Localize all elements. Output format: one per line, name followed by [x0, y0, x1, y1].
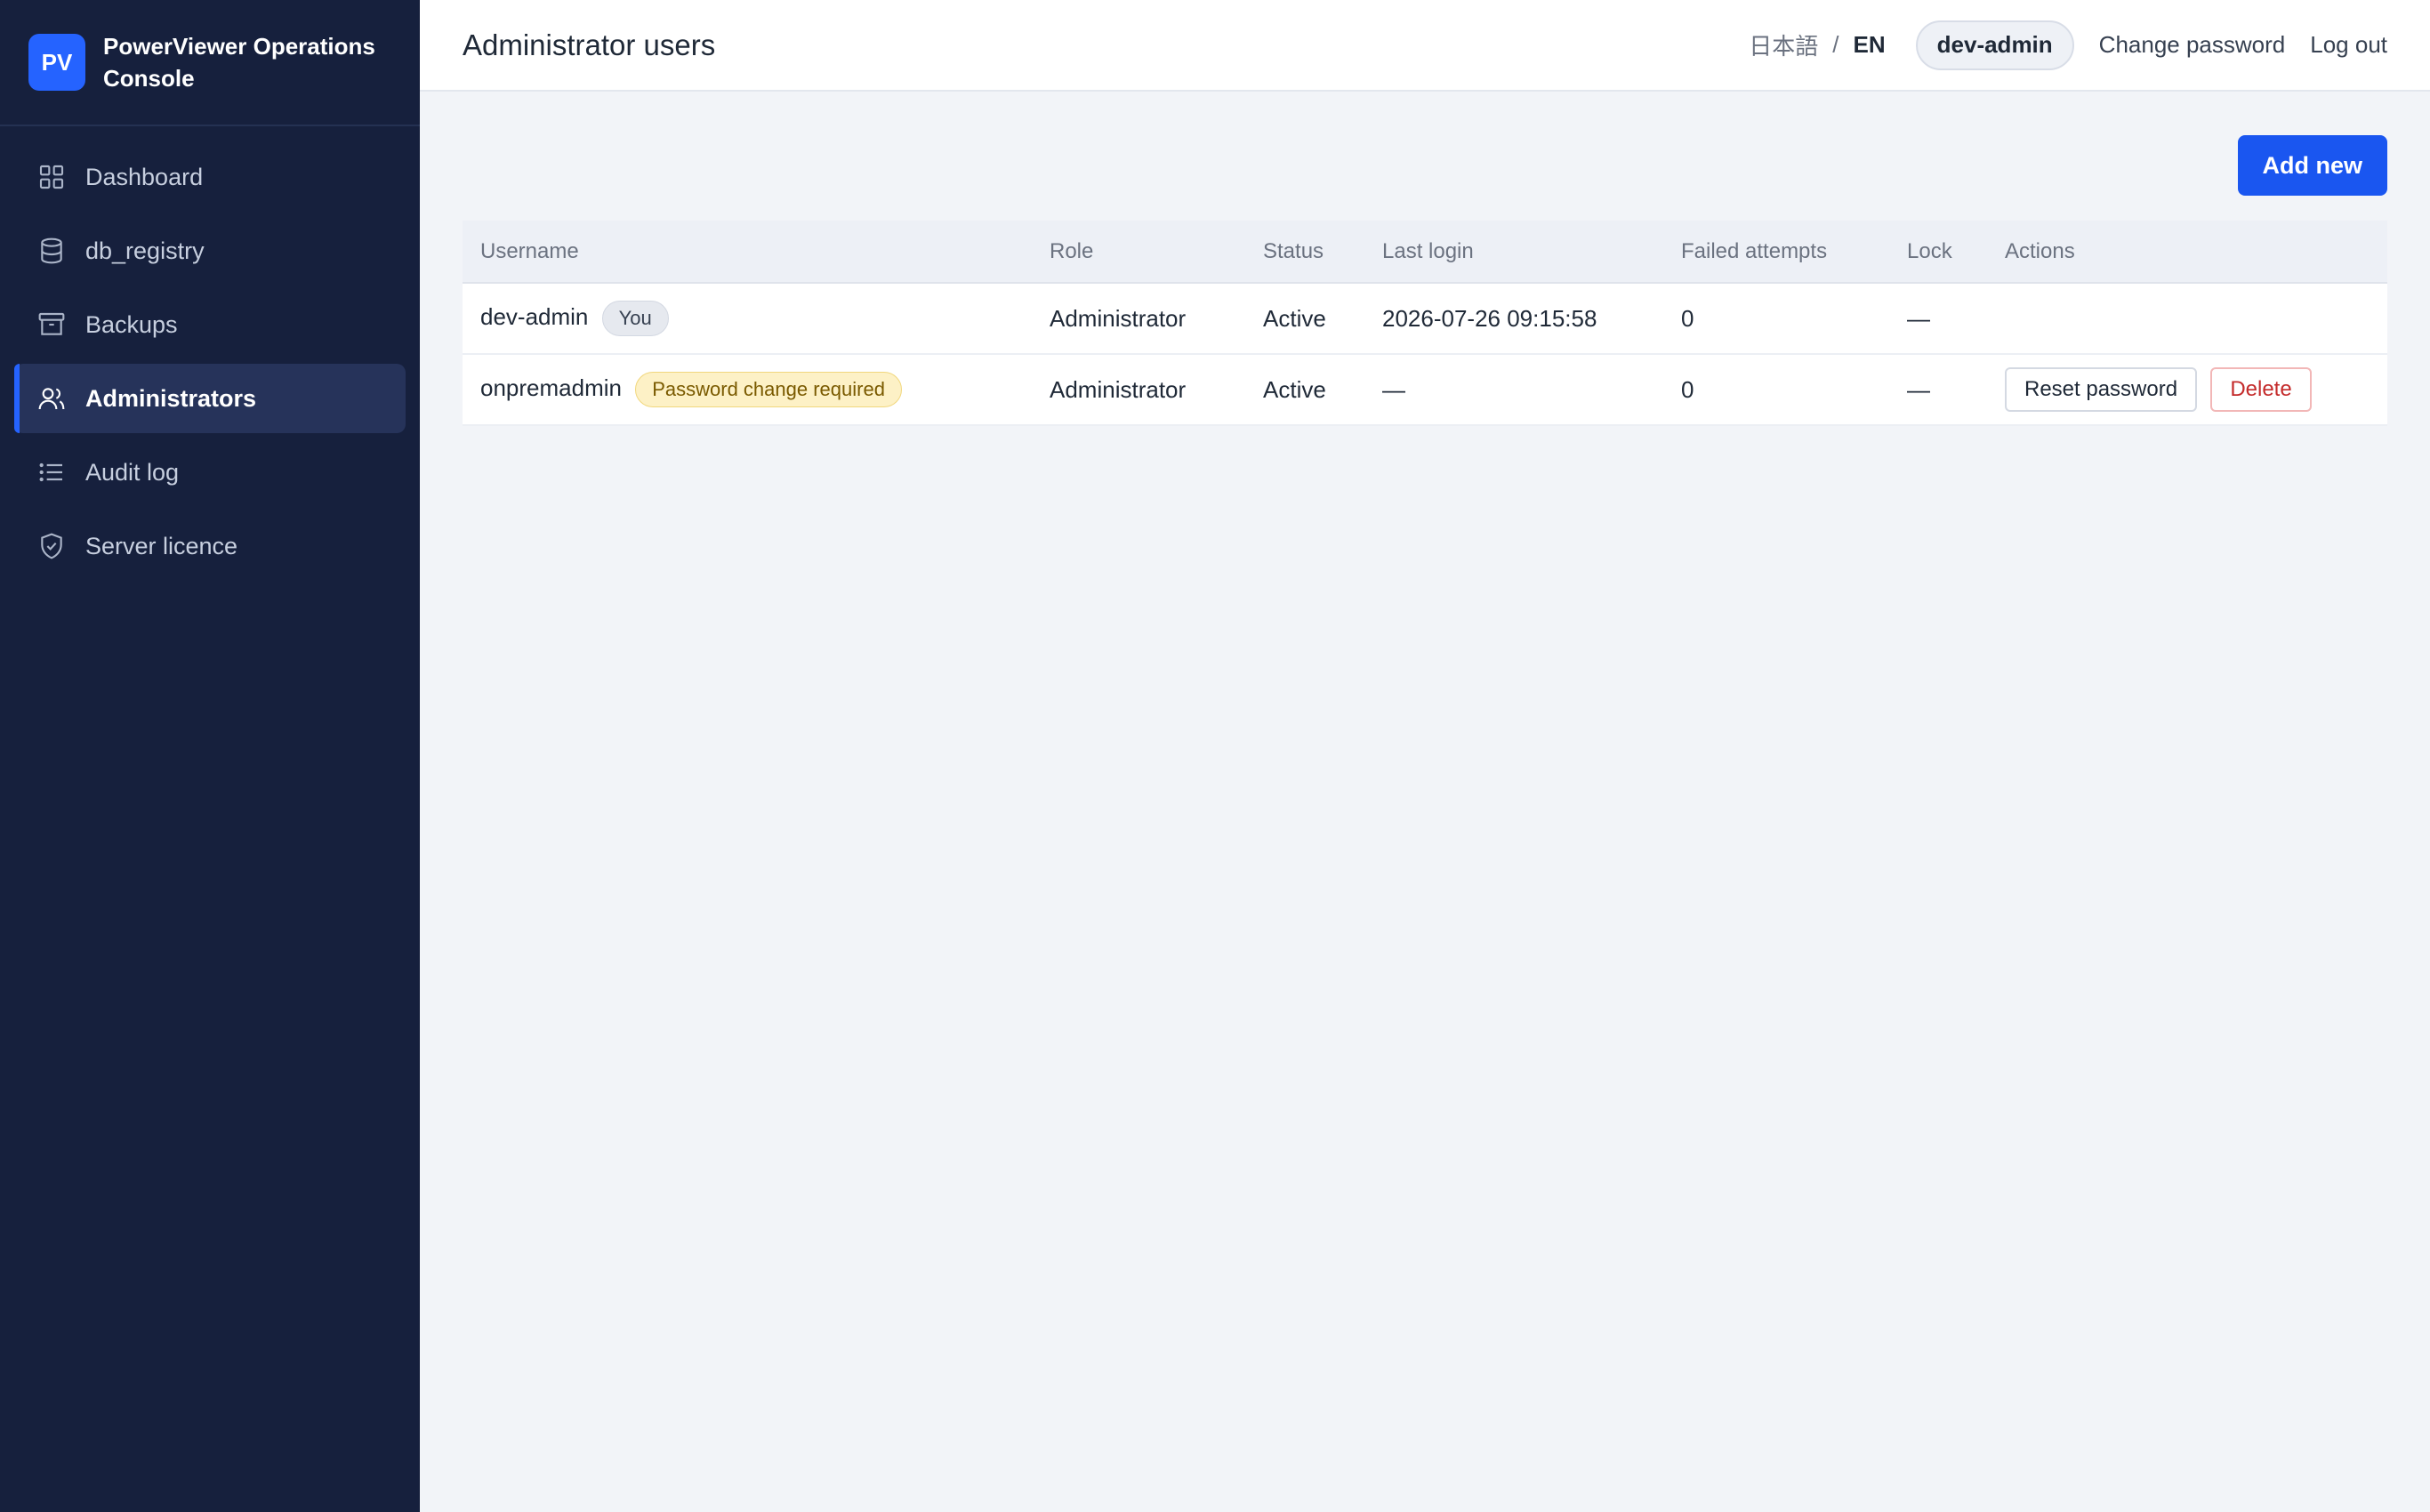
sidebar-item-label: Administrators — [85, 384, 257, 412]
failed-attempts-cell: 0 — [1663, 354, 1889, 426]
password-change-required-badge: Password change required — [635, 372, 902, 407]
last-login-cell: 2026-07-26 09:15:58 — [1364, 283, 1663, 355]
brand[interactable]: PV PowerViewer Operations Console — [0, 0, 420, 126]
main-content: Add new Username Role Status Last login … — [463, 135, 2387, 426]
grid-icon — [37, 163, 66, 191]
sidebar-item-label: Backups — [85, 310, 178, 338]
reset-password-button[interactable]: Reset password — [2005, 367, 2198, 412]
sidebar-item-label: Server licence — [85, 532, 238, 559]
failed-attempts-cell: 0 — [1663, 283, 1889, 355]
sidebar-nav: Dashboard db_registry Backups Administra… — [0, 126, 420, 601]
table-row: onpremadmin Password change required Adm… — [463, 354, 2387, 426]
language-switcher: 日本語 / EN — [1749, 28, 1885, 61]
add-new-button[interactable]: Add new — [2237, 135, 2387, 196]
lang-en-link[interactable]: EN — [1854, 31, 1886, 59]
toolbar: Add new — [463, 135, 2387, 196]
column-header-role: Role — [1032, 221, 1245, 284]
column-header-actions: Actions — [1987, 221, 2387, 284]
logout-link[interactable]: Log out — [2310, 31, 2387, 59]
sidebar-item-server-licence[interactable]: Server licence — [14, 511, 406, 581]
page-title: Administrator users — [463, 28, 716, 61]
shield-check-icon — [37, 532, 66, 560]
list-icon — [37, 458, 66, 487]
username-cell: onpremadmin Password change required — [463, 354, 1032, 426]
sidebar-item-label: Dashboard — [85, 163, 204, 190]
username: dev-admin — [480, 302, 589, 330]
username-cell: dev-admin You — [463, 283, 1032, 355]
top-header: Administrator users 日本語 / EN dev-admin C… — [420, 0, 2430, 92]
username: onpremadmin — [480, 374, 622, 401]
brand-logo: PV — [28, 34, 85, 91]
column-header-username: Username — [463, 221, 1032, 284]
sidebar: PV PowerViewer Operations Console Dashbo… — [0, 0, 420, 1512]
you-badge: You — [601, 301, 669, 336]
users-icon — [37, 384, 66, 413]
sidebar-item-label: Audit log — [85, 458, 180, 486]
sidebar-item-audit-log[interactable]: Audit log — [14, 438, 406, 507]
column-header-status: Status — [1245, 221, 1364, 284]
lock-cell: — — [1889, 283, 1987, 355]
actions-cell: Reset password Delete — [1987, 354, 2387, 426]
sidebar-item-administrators[interactable]: Administrators — [14, 364, 406, 433]
table-header-row: Username Role Status Last login Failed a… — [463, 221, 2387, 284]
archive-icon — [37, 310, 66, 339]
actions-cell — [1987, 283, 2387, 355]
column-header-last-login: Last login — [1364, 221, 1663, 284]
table-row: dev-admin You Administrator Active 2026-… — [463, 283, 2387, 355]
change-password-link[interactable]: Change password — [2099, 31, 2286, 59]
column-header-failed-attempts: Failed attempts — [1663, 221, 1889, 284]
brand-name: PowerViewer Operations Console — [103, 33, 375, 92]
sidebar-item-label: db_registry — [85, 237, 205, 264]
role-cell: Administrator — [1032, 354, 1245, 426]
lock-cell: — — [1889, 354, 1987, 426]
column-header-lock: Lock — [1889, 221, 1987, 284]
current-user-badge: dev-admin — [1915, 20, 2074, 70]
role-cell: Administrator — [1032, 283, 1245, 355]
database-icon — [37, 237, 66, 265]
status-cell: Active — [1245, 283, 1364, 355]
sidebar-item-dashboard[interactable]: Dashboard — [14, 142, 406, 212]
sidebar-item-backups[interactable]: Backups — [14, 290, 406, 359]
lang-separator: / — [1832, 31, 1839, 58]
status-cell: Active — [1245, 354, 1364, 426]
lang-ja-link[interactable]: 日本語 — [1749, 28, 1818, 61]
delete-button[interactable]: Delete — [2210, 367, 2312, 412]
admin-users-table: Username Role Status Last login Failed a… — [463, 221, 2387, 426]
last-login-cell: — — [1364, 354, 1663, 426]
sidebar-item-db-registry[interactable]: db_registry — [14, 216, 406, 286]
